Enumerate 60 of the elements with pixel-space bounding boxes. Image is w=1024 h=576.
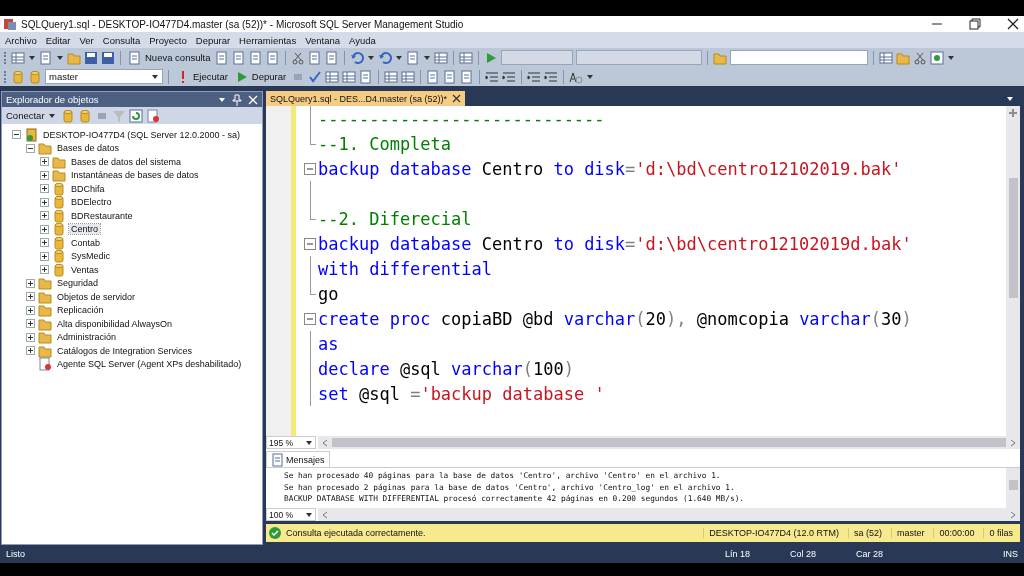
tree-item[interactable]: SysMedic bbox=[69, 251, 112, 262]
code-line: go bbox=[318, 283, 339, 304]
tree-item[interactable]: BDElectro bbox=[69, 197, 114, 208]
messages-tab[interactable]: Mensajes bbox=[266, 451, 330, 467]
tree-item[interactable]: Centro bbox=[69, 224, 100, 235]
status-text: Car 28 bbox=[855, 549, 883, 559]
menu-item[interactable]: Depurar bbox=[195, 34, 231, 46]
menu-item[interactable]: Ayuda bbox=[349, 34, 376, 46]
tree-item[interactable]: Ventas bbox=[69, 264, 101, 275]
menu-item[interactable]: Archivo bbox=[5, 34, 37, 46]
code-line: --2. Diferecial bbox=[318, 208, 472, 229]
tree-item[interactable]: Bases de datos del sistema bbox=[69, 156, 184, 167]
menu-item[interactable]: Editar bbox=[45, 34, 71, 46]
code-line: backup database Centro to disk='d:\bd\centro12102019.bak' bbox=[318, 158, 902, 179]
code-line: with differential bbox=[318, 258, 492, 279]
debug-button[interactable]: Depurar bbox=[232, 68, 289, 85]
zoom-dropdown[interactable]: 195 % bbox=[266, 436, 316, 449]
tree-item[interactable]: BDRestaurante bbox=[69, 210, 135, 221]
status-message: Consulta ejecutada correctamente. bbox=[286, 528, 427, 538]
tree-item[interactable]: Replicación bbox=[55, 305, 106, 316]
status-text: Lín 18 bbox=[724, 549, 750, 559]
menu-item[interactable]: Proyecto bbox=[149, 34, 187, 46]
code-line: set @sql ='backup database ' bbox=[318, 383, 605, 404]
status-text: master bbox=[890, 528, 930, 538]
tree-item[interactable]: Seguridad bbox=[55, 278, 101, 289]
status-text: DESKTOP-IO477D4 (12.0 RTM) bbox=[703, 528, 844, 538]
status-text: 0 filas bbox=[983, 528, 1018, 538]
tree-item[interactable]: DESKTOP-IO477D4 (SQL Server 12.0.2000 - sa) bbox=[41, 129, 243, 140]
menu-item[interactable]: Ventana bbox=[305, 34, 340, 46]
tree-item[interactable]: Instantáneas de bases de datos bbox=[69, 170, 201, 181]
panel-title: Explorador de objetos bbox=[6, 94, 99, 105]
tree-item[interactable]: Agente SQL Server (Agent XPs deshabilitado) bbox=[55, 359, 244, 370]
tree-item[interactable]: Alta disponibilidad AlwaysOn bbox=[55, 318, 175, 329]
status-text: Col 28 bbox=[789, 549, 816, 559]
code-line: as bbox=[318, 333, 339, 354]
document-tab[interactable]: SQLQuery1.sql - DES...D4.master (sa (52))* bbox=[266, 91, 466, 106]
tree-item[interactable]: BDChifa bbox=[69, 183, 107, 194]
new-query-button[interactable]: Nueva consulta bbox=[126, 49, 213, 66]
code-line: ---------------------------- bbox=[318, 108, 605, 129]
status-text: sa (52) bbox=[847, 528, 887, 538]
menu-item[interactable]: Ver bbox=[79, 34, 94, 46]
menu-item[interactable]: Herramientas bbox=[239, 34, 297, 46]
menu-item[interactable]: Consulta bbox=[102, 34, 141, 46]
code-line: backup database Centro to disk='d:\bd\centro12102019d.bak' bbox=[318, 233, 912, 254]
code-line: create proc copiaBD @bd varchar(20), @nomcopia varchar(30) bbox=[318, 308, 912, 329]
database-dropdown[interactable]: master bbox=[45, 69, 163, 84]
tree-item[interactable]: Contab bbox=[69, 237, 103, 248]
status-text: Listo bbox=[6, 549, 26, 559]
code-line: --1. Completa bbox=[318, 133, 452, 154]
tree-item[interactable]: Bases de datos bbox=[55, 143, 122, 154]
window-title: SQLQuery1.sql - DESKTOP-IO477D4.master (sa (52))* - Microsoft SQL Server Management Studio bbox=[21, 18, 465, 30]
connect-button[interactable]: Conectar bbox=[4, 109, 58, 122]
tree-item[interactable]: Catálogos de Integration Services bbox=[55, 345, 195, 356]
status-text: 00:00:00 bbox=[933, 528, 980, 538]
zoom-dropdown[interactable]: 100 % bbox=[266, 508, 316, 521]
tree-item[interactable]: Objetos de servidor bbox=[55, 291, 138, 302]
tree-item[interactable]: Administración bbox=[55, 332, 119, 343]
execute-button[interactable]: Ejecutar bbox=[174, 68, 230, 85]
status-text: INS bbox=[1003, 549, 1018, 559]
code-line: declare @sql varchar(100) bbox=[318, 358, 574, 379]
